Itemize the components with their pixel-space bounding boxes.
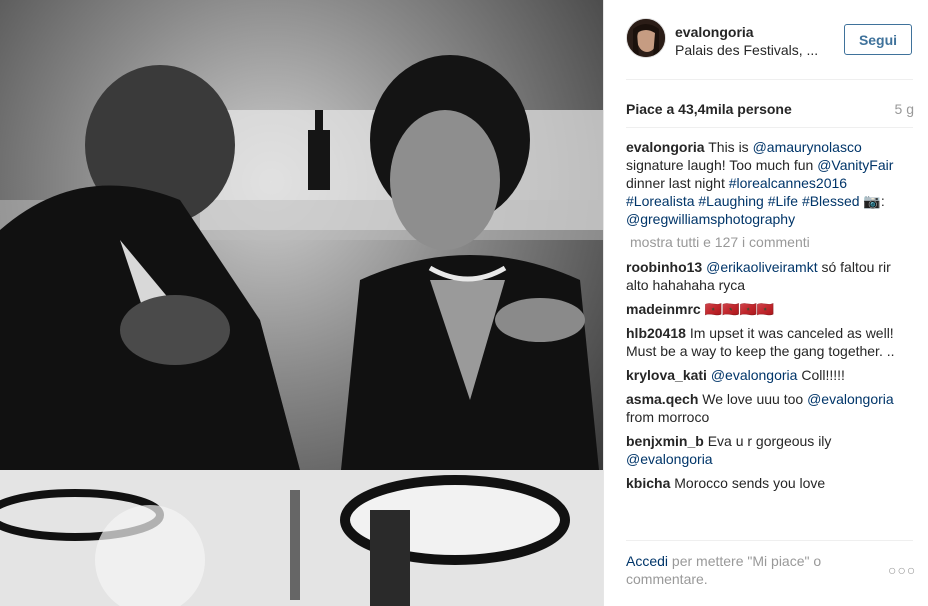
post-sidebar: evalongoria Palais des Festivals, ... Se…	[603, 0, 928, 606]
likes-row: Piace a 43,4mila persone 5 g	[626, 101, 914, 119]
mention-link[interactable]: #Lorealista	[626, 193, 695, 209]
post-age[interactable]: 5 g	[895, 101, 914, 117]
avatar[interactable]	[626, 18, 666, 58]
mention-link[interactable]: @VanityFair	[817, 157, 893, 173]
comment-username[interactable]: krylova_kati	[626, 367, 707, 383]
photo-illustration	[0, 0, 603, 606]
caption: evalongoria This is @amaurynolasco signa…	[626, 138, 916, 228]
comment-item: benjxmin_b Eva u r gorgeous ily @evalong…	[626, 432, 916, 468]
mention-link[interactable]: @amaurynolasco	[753, 139, 862, 155]
comment-text: signature laugh! Too much fun	[626, 157, 818, 173]
comment-username[interactable]: kbicha	[626, 475, 670, 491]
comment-text: We love uuu too	[702, 391, 808, 407]
follow-button[interactable]: Segui	[844, 24, 912, 55]
comment-username[interactable]: hlb20418	[626, 325, 686, 341]
login-link[interactable]: Accedi	[626, 553, 668, 569]
load-more-comments-link[interactable]: mostra tutti e 127 i commenti	[630, 234, 916, 250]
mention-link[interactable]: #lorealcannes2016	[729, 175, 847, 191]
header-divider	[626, 79, 913, 80]
mention-link[interactable]: #Life	[768, 193, 798, 209]
comment-text: Morocco sends you love	[674, 475, 826, 491]
comment-username[interactable]: roobinho13	[626, 259, 702, 275]
mention-link[interactable]: #Laughing	[698, 193, 763, 209]
caption-username[interactable]: evalongoria	[626, 139, 705, 155]
comment-item: krylova_kati @evalongoria Coll!!!!!	[626, 366, 916, 384]
likes-divider	[626, 127, 913, 128]
comment-item: asma.qech We love uuu too @evalongoria f…	[626, 390, 916, 426]
comment-text: 🇲🇦🇲🇦🇲🇦🇲🇦	[704, 301, 775, 317]
comment-username[interactable]: benjxmin_b	[626, 433, 704, 449]
comment-item: madeinmrc 🇲🇦🇲🇦🇲🇦🇲🇦	[626, 300, 916, 318]
mention-link[interactable]: @gregwilliamsphotography	[626, 211, 795, 227]
avatar-image	[627, 19, 665, 57]
likes-count[interactable]: Piace a 43,4mila persone	[626, 101, 792, 117]
post-header: evalongoria Palais des Festivals, ... Se…	[604, 0, 928, 80]
comment-item: roobinho13 @erikaoliveiramkt só faltou r…	[626, 258, 916, 294]
post-photo[interactable]	[0, 0, 603, 606]
mention-link[interactable]: @evalongoria	[626, 451, 713, 467]
comment-text: 📷:	[859, 193, 885, 209]
post-author-username[interactable]: evalongoria	[675, 24, 754, 40]
comment-container: roobinho13 @erikaoliveiramkt só faltou r…	[626, 258, 916, 492]
comment-username[interactable]: madeinmrc	[626, 301, 701, 317]
comment-text: from morroco	[626, 409, 710, 425]
mention-link[interactable]: @evalongoria	[807, 391, 894, 407]
comment-text: Eva u r gorgeous ily	[707, 433, 832, 449]
mention-link[interactable]: #Blessed	[802, 193, 860, 209]
comment-username[interactable]: asma.qech	[626, 391, 698, 407]
footer-divider	[626, 540, 913, 541]
mention-link[interactable]: @erikaoliveiramkt	[706, 259, 817, 275]
comment-text: This is	[708, 139, 753, 155]
post-location[interactable]: Palais des Festivals, ...	[675, 42, 818, 58]
comment-item: hlb20418 Im upset it was canceled as wel…	[626, 324, 916, 360]
mention-link[interactable]: @evalongoria	[711, 367, 798, 383]
comment-text: Coll!!!!!	[797, 367, 845, 383]
comment-item: kbicha Morocco sends you love	[626, 474, 916, 492]
login-prompt: Accedi per mettere "Mi piace" o commenta…	[626, 552, 896, 588]
ellipsis-icon[interactable]: ○○○	[888, 562, 916, 578]
comment-text: dinner last night	[626, 175, 729, 191]
comments-list: evalongoria This is @amaurynolasco signa…	[626, 138, 916, 538]
